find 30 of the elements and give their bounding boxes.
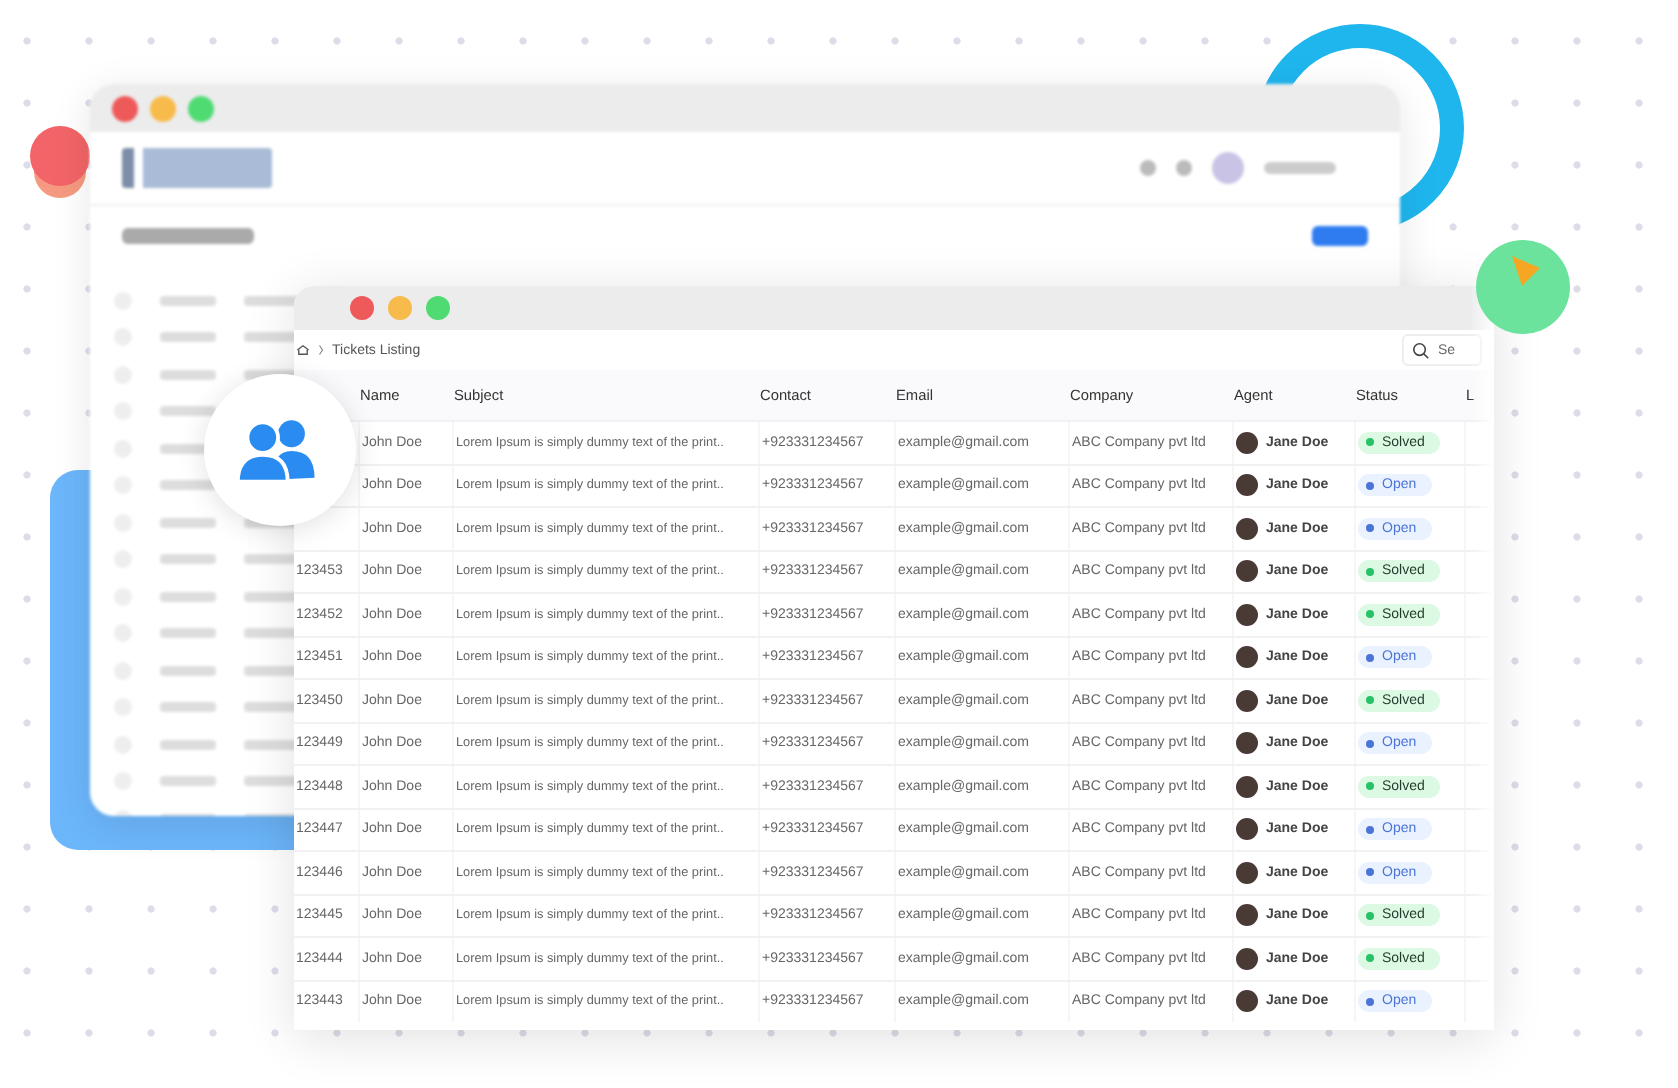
avatar-icon (1212, 152, 1244, 184)
avatar-icon (1236, 603, 1258, 626)
zoom-light-icon (188, 95, 214, 121)
blurred-icon (1140, 160, 1156, 176)
avatar-icon (1236, 689, 1258, 712)
avatar-icon (1236, 474, 1258, 497)
blurred-page-title (122, 228, 254, 244)
minimize-light-icon[interactable] (388, 296, 412, 320)
chevron-icon (316, 344, 326, 356)
search-icon (1412, 342, 1430, 360)
blurred-icon (1176, 160, 1192, 176)
avatar-icon (1236, 732, 1258, 755)
avatar-icon (1236, 904, 1258, 927)
circle-decoration (30, 126, 90, 186)
minimize-light-icon (150, 95, 176, 121)
avatar-icon (1236, 775, 1258, 798)
avatar-icon (1236, 861, 1258, 884)
close-light-icon[interactable] (350, 296, 374, 320)
blurred-logo-icon (122, 148, 272, 188)
avatar-icon (1236, 560, 1258, 583)
avatar-icon (1236, 818, 1258, 841)
close-light-icon (112, 95, 138, 121)
avatar-icon (1236, 990, 1258, 1013)
zoom-light-icon[interactable] (426, 296, 450, 320)
blurred-user-name (1264, 162, 1336, 174)
home-icon[interactable] (296, 344, 310, 356)
avatar-icon (1236, 431, 1258, 454)
avatar-icon (1236, 947, 1258, 970)
avatar-icon (1236, 646, 1258, 669)
avatar-icon (1236, 517, 1258, 540)
